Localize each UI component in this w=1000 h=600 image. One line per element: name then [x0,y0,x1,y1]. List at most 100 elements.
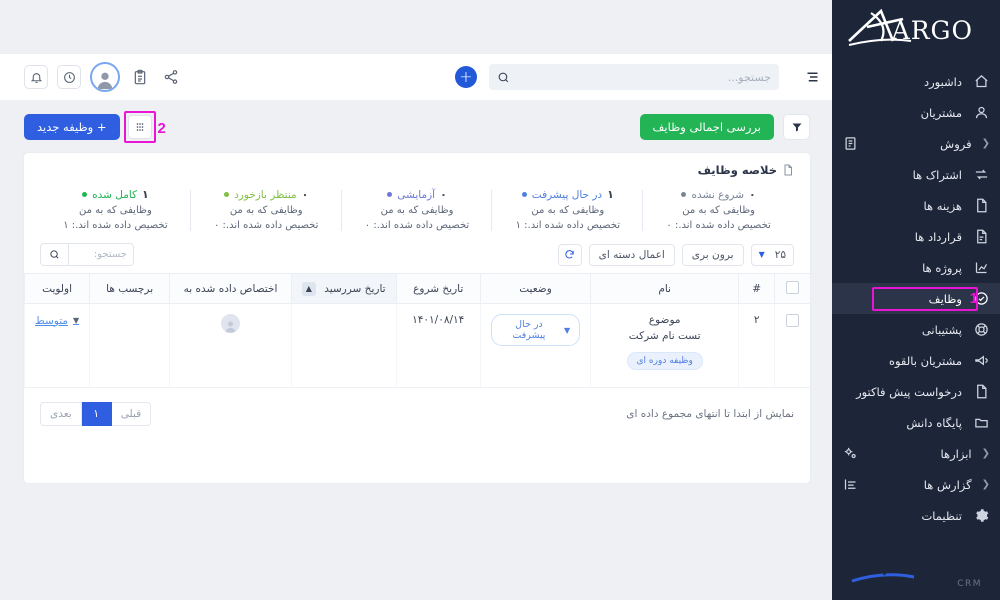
add-button[interactable]: + [455,66,477,88]
action-left-group: بررسی اجمالی وظایف [639,114,810,140]
sidebar-item-sales[interactable]: ❮ فروش [832,128,1000,159]
sidebar-label: مشتریان [920,105,962,120]
brand-logo-mark: ARGO [841,7,991,53]
export-button[interactable]: برون بری [681,243,744,266]
table-search-input[interactable] [68,243,134,266]
column-header-assignee[interactable]: اختصاص داده شده به [169,273,292,304]
column-header-labels[interactable]: برچسب ها [89,273,170,304]
brand-logo[interactable]: ARGO [832,0,1000,60]
page-content: بررسی اجمالی وظایف 2 + وظیفه جدید خلاصه … [0,100,832,600]
contract-icon [972,228,990,246]
sidebar-item-knowledgebase[interactable]: پایگاه دانش [832,407,1000,438]
chevron-down-icon: ▼ [72,316,80,325]
stat-card[interactable]: ۰ منتظر بازخورد وظایفی که به من تخصیص دا… [191,188,342,233]
stat-label: منتظر بازخورد [234,188,297,201]
chevron-down-icon: ▼ [563,325,571,335]
table-toolbar: ۲۵ ▼ برون بری اعمال دسته ای [24,239,810,273]
column-header-checkbox[interactable] [774,273,810,304]
stat-card[interactable]: ۱ کامل شده وظایفی که به من تخصیص داده شد… [40,188,191,233]
app-root: ARGO داشبورد مشتریان ❮ فروش اشتراک ها هز… [0,0,1000,600]
sidebar-label: هزینه ها [923,198,962,213]
task-company: تست نام شرکت [628,330,701,342]
stat-card[interactable]: ۰ آزمایشی وظایفی که به من تخصیص داده شده… [342,188,493,233]
sidebar-item-proforma-request[interactable]: درخواست پیش فاکتور [832,376,1000,407]
chevron-left-icon: ❮ [981,478,990,490]
cell-due-date [290,303,397,388]
avatar[interactable] [221,314,241,333]
sidebar-item-subscriptions[interactable]: اشتراک ها [832,159,1000,190]
tasks-overview-button[interactable]: بررسی اجمالی وظایف [639,114,774,140]
column-header-name[interactable]: نام [590,273,739,304]
stat-head: ۱ در حال پیشرفت [502,188,633,201]
sidebar-item-dashboard[interactable]: داشبورد [832,66,1000,97]
bell-icon[interactable] [24,65,48,89]
pagination-prev[interactable]: قبلی [111,402,152,426]
clock-icon[interactable] [57,65,81,89]
pagination-page-1[interactable]: ۱ [81,402,112,426]
column-header-start-date[interactable]: تاریخ شروع [395,273,481,304]
sidebar-label: قرارداد ها [914,229,962,244]
stat-count: ۰ [301,188,309,201]
column-header-status[interactable]: وضعیت [479,273,591,304]
sidebar-item-vazayef[interactable]: وظایف 1 [832,283,1000,314]
page-size-select[interactable]: ۲۵ ▼ [750,243,794,266]
table-head: # نام وضعیت تاریخ شروع تاریخ سررسید ▲ اخ… [23,273,810,304]
status-dot [387,192,393,197]
avatar[interactable] [90,62,120,92]
sidebar-label: پایگاه دانش [906,415,962,430]
select-all-checkbox[interactable] [786,280,800,294]
stat-head: ۱ کامل شده [50,188,181,201]
table-row[interactable]: ۲ موضوع تست نام شرکت وظیفه دوره ای ▼ در … [23,303,810,388]
sidebar: ARGO داشبورد مشتریان ❮ فروش اشتراک ها هز… [832,0,1000,600]
sidebar-item-tools[interactable]: ❮ ابزارها [832,438,1000,469]
column-header-num[interactable]: # [738,273,775,304]
stat-sub-line2: تخصیص داده شده اند.: ۰ [364,219,470,231]
menu-icon[interactable] [805,70,820,85]
share-icon[interactable] [160,66,182,88]
stat-sub-line1: وظایفی که به من [380,205,454,216]
sidebar-item-expenses[interactable]: هزینه ها [832,190,1000,221]
page-size-value: ۲۵ [774,248,786,261]
stat-card[interactable]: ۱ در حال پیشرفت وظایفی که به من تخصیص دا… [492,188,644,233]
stat-sub-line1: وظایفی که به من [79,205,152,216]
chevron-down-icon: ▼ [758,250,765,259]
stat-label: کامل شده [92,188,138,201]
sidebar-item-customers[interactable]: مشتریان [832,97,1000,128]
refresh-icon[interactable] [557,243,582,266]
column-header-due-date[interactable]: تاریخ سررسید ▲ [290,273,397,304]
cell-checkbox[interactable] [774,303,810,388]
search-input[interactable] [516,70,771,84]
clipboard-icon[interactable] [129,66,151,88]
priority-selector[interactable]: ▼ متوسط [35,315,79,327]
bulk-actions-button[interactable]: اعمال دسته ای [588,243,675,266]
task-name[interactable]: موضوع [601,314,728,326]
megaphone-icon [972,352,990,370]
sidebar-item-leads[interactable]: مشتریان بالقوه [832,345,1000,376]
sidebar-item-contracts[interactable]: قرارداد ها [832,221,1000,252]
global-search[interactable] [489,64,779,90]
tasks-card: خلاصه وظایف ۰ شروع نشده وظایفی که به من … [23,153,810,483]
column-header-priority[interactable]: اولویت [23,273,90,304]
stat-head: ۰ شروع نشده [653,188,784,201]
stat-head: ۰ آزمایشی [352,188,483,201]
search-icon[interactable] [40,243,68,266]
cell-priority: ▼ متوسط [23,303,90,388]
grid-view-button[interactable] [127,115,152,139]
sidebar-item-reports[interactable]: ❮ گزارش ها [832,469,1000,500]
sidebar-label: تنظیمات [921,508,962,523]
pagination-next[interactable]: بعدی [40,402,82,426]
row-checkbox[interactable] [786,314,800,327]
filter-icon[interactable] [783,114,810,140]
annotation-number-1: 1 [969,290,978,307]
sidebar-item-support[interactable]: پشتیبانی [832,314,1000,345]
stat-count: ۱ [142,188,149,201]
new-task-button[interactable]: + وظیفه جدید [24,114,120,140]
column-label: تاریخ سررسید [324,282,386,295]
sidebar-item-projects[interactable]: پروژه ها [832,252,1000,283]
top-bar: + [0,54,832,100]
status-badge[interactable]: ▼ در حال پیشرفت [490,314,581,346]
cell-assignee [169,303,292,388]
sidebar-item-settings[interactable]: تنظیمات [832,500,1000,526]
stat-card[interactable]: ۰ شروع نشده وظایفی که به من تخصیص داده ش… [643,188,794,233]
document-icon [784,164,792,176]
